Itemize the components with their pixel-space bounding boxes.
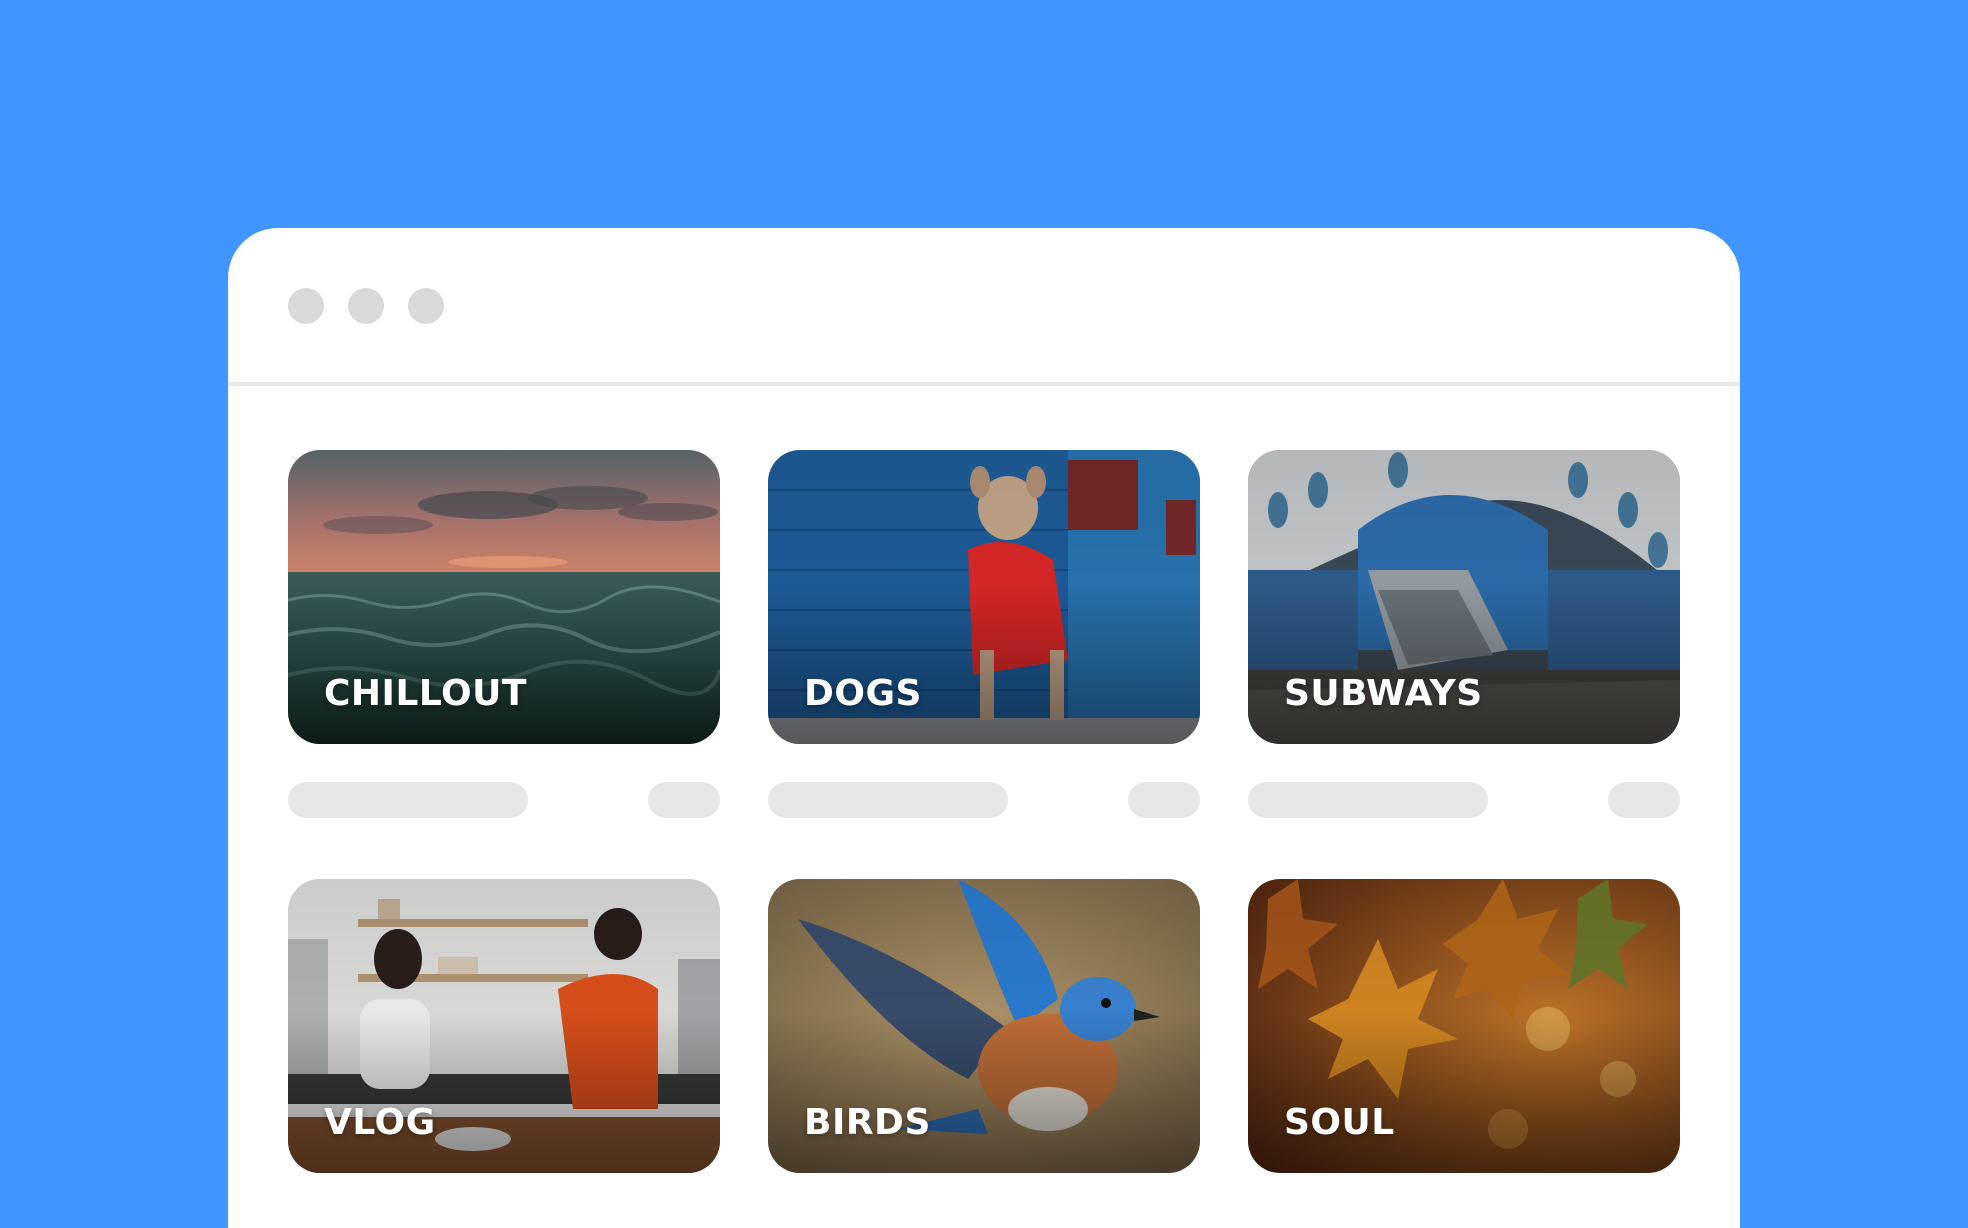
- category-label: CHILLOUT: [324, 673, 527, 714]
- count-placeholder: [1128, 782, 1200, 818]
- count-placeholder: [1608, 782, 1680, 818]
- category-label: SUBWAYS: [1284, 673, 1483, 714]
- title-placeholder: [288, 782, 528, 818]
- category-label: BIRDS: [804, 1102, 931, 1143]
- category-tile[interactable]: SOUL: [1248, 879, 1680, 1173]
- window-close-dot[interactable]: [288, 288, 324, 324]
- browser-window: CHILLOUT DOGS SUBWAYS VLOG BIRDS SOUL: [228, 228, 1740, 1228]
- category-label: DOGS: [804, 673, 922, 714]
- category-tile[interactable]: BIRDS: [768, 879, 1200, 1173]
- category-label: SOUL: [1284, 1102, 1395, 1143]
- count-placeholder: [648, 782, 720, 818]
- category-tile[interactable]: VLOG: [288, 879, 720, 1173]
- category-tile[interactable]: DOGS: [768, 450, 1200, 744]
- titlebar-divider: [228, 382, 1740, 386]
- window-titlebar: [228, 228, 1740, 384]
- window-minimize-dot[interactable]: [348, 288, 384, 324]
- category-tile[interactable]: SUBWAYS: [1248, 450, 1680, 744]
- category-label: VLOG: [324, 1102, 436, 1143]
- title-placeholder: [768, 782, 1008, 818]
- title-placeholder: [1248, 782, 1488, 818]
- window-maximize-dot[interactable]: [408, 288, 444, 324]
- category-tile[interactable]: CHILLOUT: [288, 450, 720, 744]
